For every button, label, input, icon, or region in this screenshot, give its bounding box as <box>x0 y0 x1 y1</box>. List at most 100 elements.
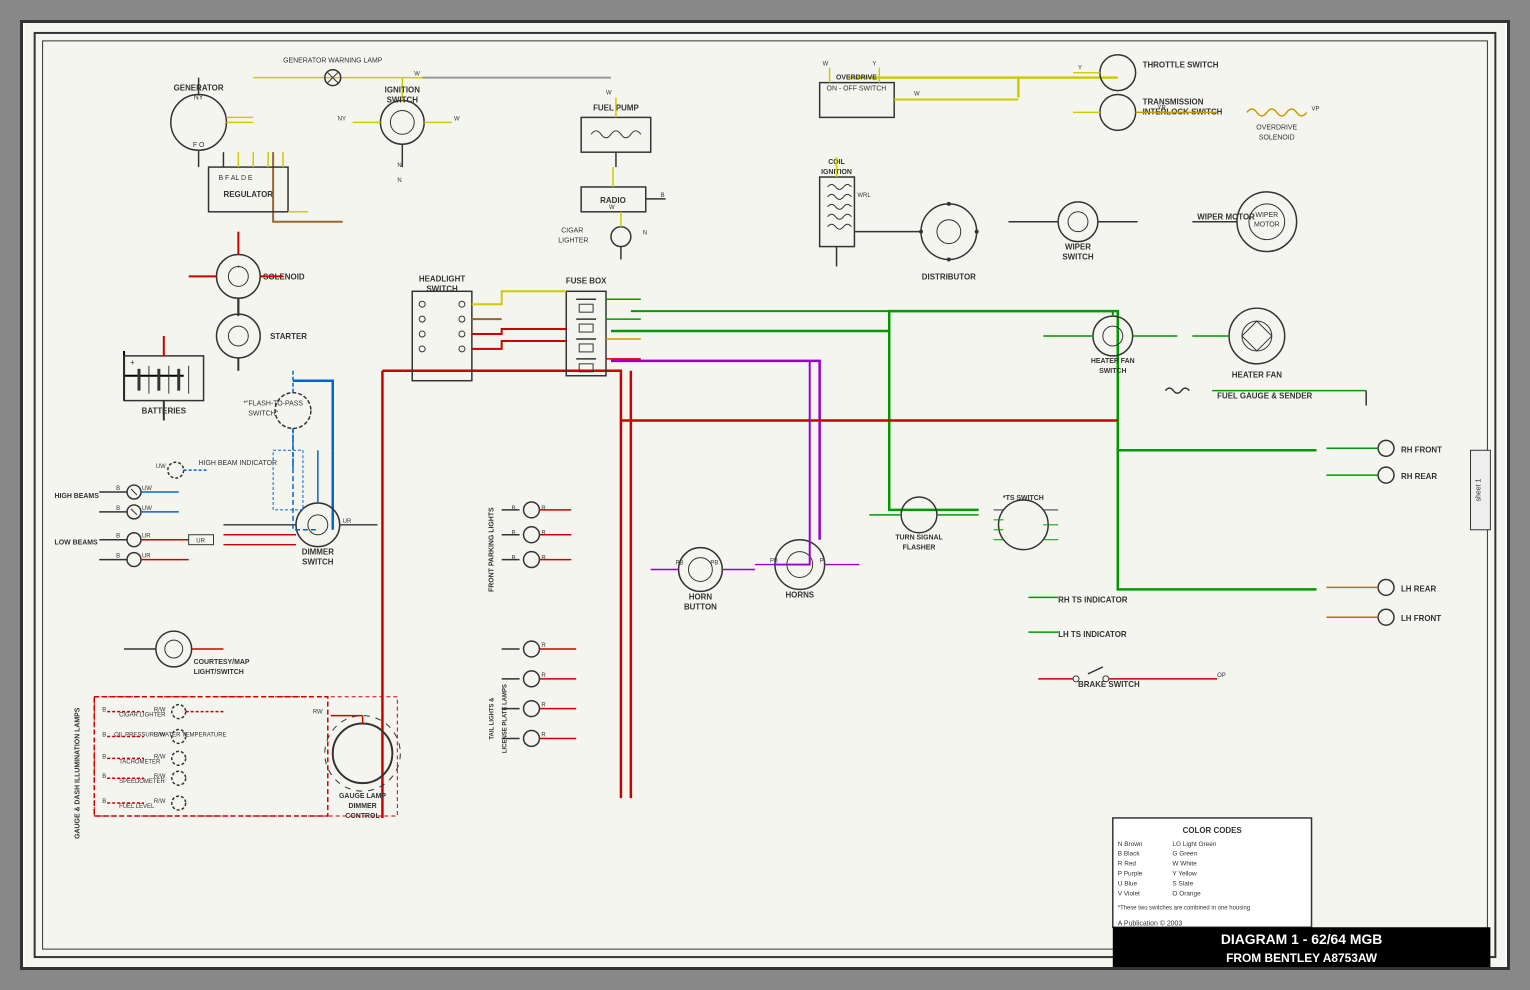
svg-text:FROM BENTLEY A8753AW: FROM BENTLEY A8753AW <box>1226 951 1378 965</box>
svg-text:SWITCH": SWITCH" <box>248 411 278 418</box>
svg-text:VP: VP <box>1312 106 1320 112</box>
svg-text:O Orange: O Orange <box>1172 890 1201 897</box>
svg-text:TRANSMISSION: TRANSMISSION <box>1143 97 1204 106</box>
svg-text:BUTTON: BUTTON <box>684 602 717 611</box>
svg-text:HIGH BEAM INDICATOR: HIGH BEAM INDICATOR <box>199 460 277 467</box>
svg-text:SWITCH: SWITCH <box>302 558 334 567</box>
svg-text:COURTESY/MAP: COURTESY/MAP <box>194 659 250 666</box>
svg-text:G Green: G Green <box>1172 851 1197 858</box>
svg-text:HORN: HORN <box>689 592 713 601</box>
svg-text:Y: Y <box>1078 66 1082 72</box>
svg-text:ON - OFF SWITCH: ON - OFF SWITCH <box>827 86 887 93</box>
svg-text:LIGHT/SWITCH: LIGHT/SWITCH <box>194 669 244 676</box>
svg-text:SWITCH: SWITCH <box>1099 368 1126 375</box>
svg-text:B: B <box>512 506 516 512</box>
svg-text:LH FRONT: LH FRONT <box>1401 614 1441 623</box>
svg-text:RADIO: RADIO <box>600 196 626 205</box>
svg-text:S Slate: S Slate <box>1172 881 1193 888</box>
svg-text:R: R <box>541 643 546 649</box>
svg-text:SWITCH: SWITCH <box>1062 252 1094 261</box>
svg-text:B Black: B Black <box>1118 851 1141 858</box>
svg-text:N: N <box>397 163 401 169</box>
svg-text:B F AL D E: B F AL D E <box>218 175 252 182</box>
svg-text:SOLENOID: SOLENOID <box>1259 134 1295 141</box>
svg-text:W: W <box>609 205 615 211</box>
svg-text:OVERDRIVE: OVERDRIVE <box>1256 124 1297 131</box>
svg-text:R: R <box>541 703 546 709</box>
svg-text:RH TS INDICATOR: RH TS INDICATOR <box>1058 595 1128 604</box>
svg-text:B: B <box>512 556 516 562</box>
svg-text:DIAGRAM 1 - 62/64 MGB: DIAGRAM 1 - 62/64 MGB <box>1221 931 1383 947</box>
svg-text:R: R <box>541 556 546 562</box>
svg-text:Y: Y <box>872 62 876 68</box>
svg-text:GAUGE & DASH ILLUMINATION LAMP: GAUGE & DASH ILLUMINATION LAMPS <box>74 707 81 839</box>
svg-text:OIL PRESSURE/WATER TEMPERATURE: OIL PRESSURE/WATER TEMPERATURE <box>114 732 226 738</box>
svg-text:FLASHER: FLASHER <box>903 545 936 552</box>
svg-text:B: B <box>661 193 665 199</box>
svg-text:UR: UR <box>142 554 151 560</box>
svg-text:FUEL GAUGE & SENDER: FUEL GAUGE & SENDER <box>1217 392 1312 401</box>
svg-text:CIGAR: CIGAR <box>561 228 583 235</box>
svg-text:MOTOR: MOTOR <box>1254 222 1280 229</box>
svg-text:N Brown: N Brown <box>1118 841 1143 848</box>
svg-text:SWITCH: SWITCH <box>426 284 458 293</box>
svg-text:B: B <box>116 534 120 540</box>
svg-text:HEATER FAN: HEATER FAN <box>1091 358 1135 365</box>
svg-text:WIPER: WIPER <box>1255 212 1278 219</box>
svg-text:STARTER: STARTER <box>270 332 307 341</box>
svg-text:P: P <box>820 559 824 565</box>
svg-text:RH FRONT: RH FRONT <box>1401 445 1442 454</box>
svg-text:R Red: R Red <box>1118 861 1137 868</box>
svg-text:OVERDRIVE: OVERDRIVE <box>836 75 877 82</box>
svg-text:FUEL LEVEL: FUEL LEVEL <box>119 804 155 810</box>
svg-text:IGNITION: IGNITION <box>385 86 421 95</box>
svg-text:A Publication © 2003: A Publication © 2003 <box>1118 919 1183 927</box>
svg-text:R: R <box>541 673 546 679</box>
svg-text:U Blue: U Blue <box>1118 881 1138 888</box>
svg-text:REGULATOR: REGULATOR <box>224 190 274 199</box>
sheet-label: sheet 1 <box>1471 450 1491 529</box>
svg-text:BRAKE SWITCH: BRAKE SWITCH <box>1078 680 1140 689</box>
svg-text:W: W <box>823 62 829 68</box>
svg-text:DIMMER: DIMMER <box>348 803 376 810</box>
svg-text:UW: UW <box>156 464 166 470</box>
svg-text:B: B <box>116 554 120 560</box>
svg-text:B: B <box>102 732 106 738</box>
svg-text:DIMMER: DIMMER <box>302 548 334 557</box>
svg-text:N: N <box>643 231 647 237</box>
wiring-diagram: NY F O GENERATOR GENERATOR WARNING LAMP <box>20 20 1510 970</box>
svg-text:R: R <box>541 732 546 738</box>
svg-text:LOW BEAMS: LOW BEAMS <box>55 540 99 547</box>
svg-text:GAUGE LAMP: GAUGE LAMP <box>339 793 386 800</box>
svg-text:UW: UW <box>142 506 152 512</box>
svg-text:R/W: R/W <box>154 774 166 780</box>
svg-text:P Purple: P Purple <box>1118 871 1143 878</box>
svg-text:HIGH BEAMS: HIGH BEAMS <box>55 493 100 500</box>
svg-text:RH REAR: RH REAR <box>1401 472 1437 481</box>
svg-text:OP: OP <box>1217 673 1226 679</box>
svg-text:THROTTLE SWITCH: THROTTLE SWITCH <box>1143 61 1219 70</box>
svg-text:B: B <box>116 486 120 492</box>
svg-text:W: W <box>454 116 460 122</box>
svg-text:FUSE BOX: FUSE BOX <box>566 276 607 285</box>
color-codes-box: COLOR CODES N Brown B Black R Red P Purp… <box>1113 818 1312 927</box>
svg-text:W White: W White <box>1172 861 1197 868</box>
svg-text:COLOR CODES: COLOR CODES <box>1183 826 1242 835</box>
svg-text:R/W: R/W <box>154 799 166 805</box>
svg-text:W: W <box>414 72 420 78</box>
svg-text:B: B <box>102 774 106 780</box>
svg-text:WIPER: WIPER <box>1065 243 1091 252</box>
svg-text:LICENSE PLATE LAMPS: LICENSE PLATE LAMPS <box>503 684 509 753</box>
svg-text:F O: F O <box>193 142 205 149</box>
svg-text:W: W <box>914 92 920 98</box>
svg-text:TURN SIGNAL: TURN SIGNAL <box>895 535 943 542</box>
svg-text:LG Light Green: LG Light Green <box>1172 841 1216 848</box>
svg-text:WIPER MOTOR: WIPER MOTOR <box>1197 213 1255 222</box>
svg-text:UW: UW <box>142 486 152 492</box>
svg-text:UR: UR <box>343 519 352 525</box>
svg-text:+: + <box>130 358 135 367</box>
svg-text:YR: YR <box>1158 105 1167 111</box>
svg-text:UR: UR <box>142 534 151 540</box>
svg-text:NY: NY <box>194 95 204 102</box>
svg-text:R/W: R/W <box>154 708 166 714</box>
